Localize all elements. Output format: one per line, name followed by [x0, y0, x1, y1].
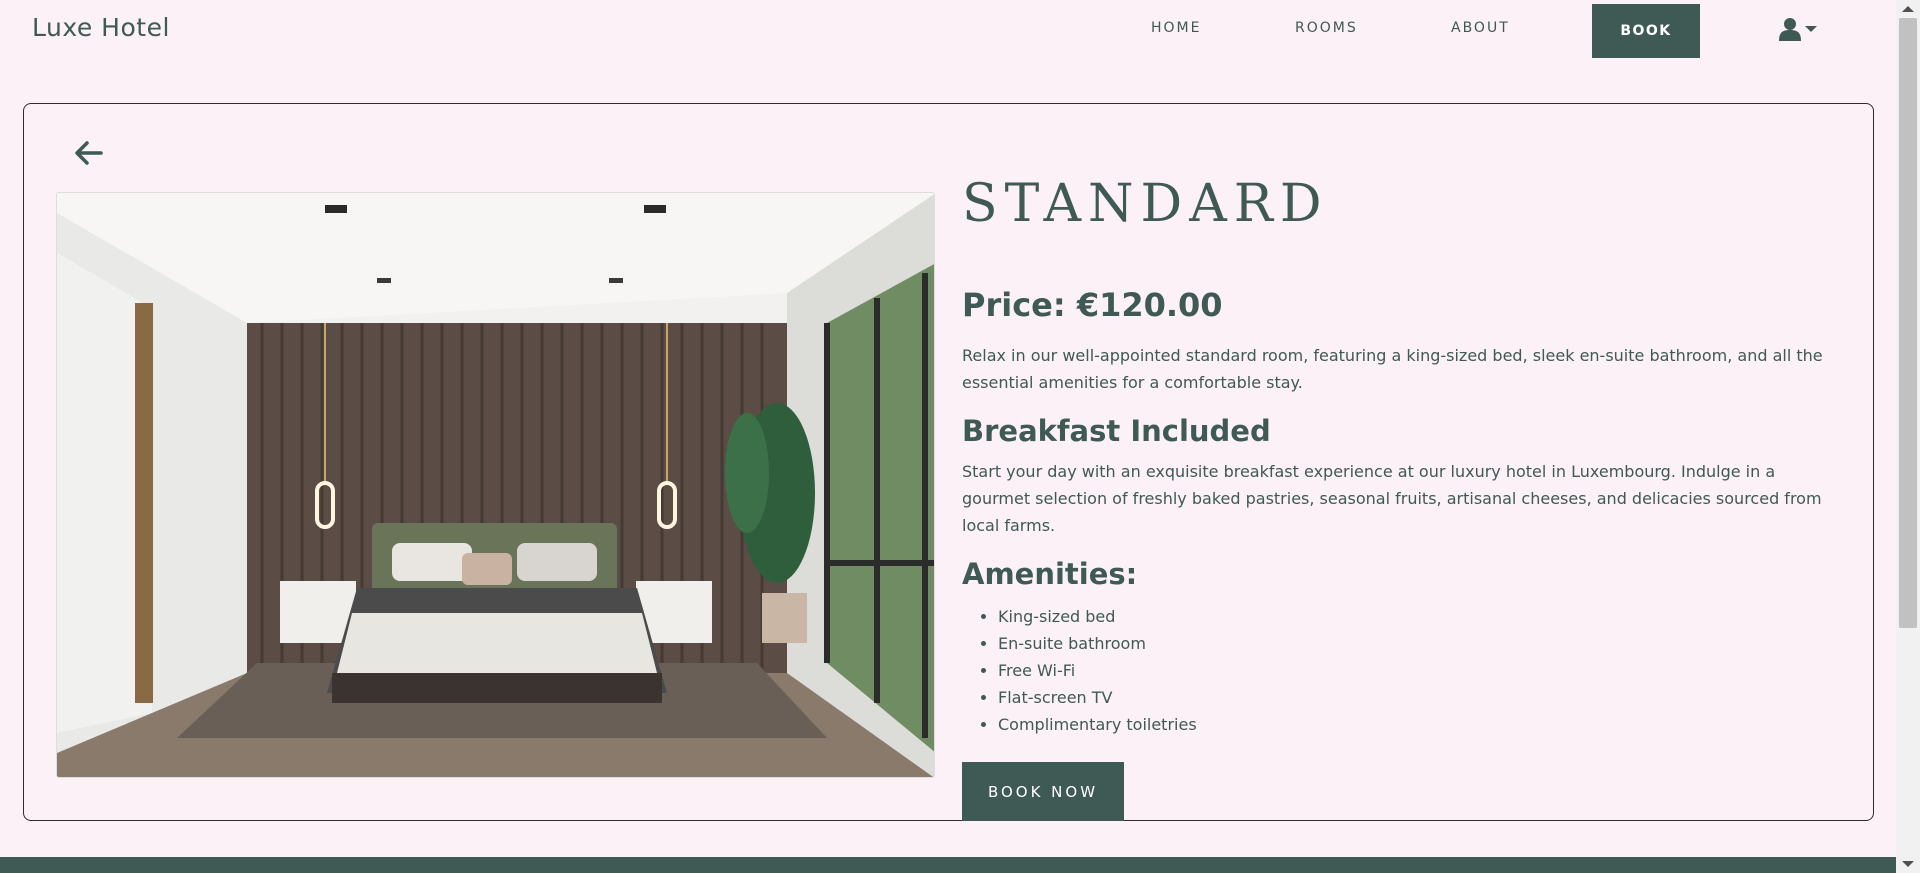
room-price: Price: €120.00 [962, 286, 1223, 324]
amenity-item: Free Wi-Fi [998, 657, 1842, 684]
amenity-item: Flat-screen TV [998, 684, 1842, 711]
amenities-list: King-sized bed En-suite bathroom Free Wi… [998, 603, 1842, 738]
nav-link-about[interactable]: ABOUT [1451, 20, 1510, 36]
room-title: STANDARD [962, 174, 1329, 234]
amenities-heading: Amenities: [962, 557, 1138, 591]
room-info: STANDARD Price: €120.00 Relax in our wel… [962, 174, 1842, 821]
page-scrollbar[interactable] [1896, 0, 1920, 873]
footer-band [0, 857, 1896, 873]
room-description: Relax in our well-appointed standard roo… [962, 346, 1823, 392]
brand-logo[interactable]: Luxe Hotel [32, 13, 170, 42]
navbar: Luxe Hotel HOME ROOMS ABOUT BOOK [0, 0, 1896, 60]
nav-link-home[interactable]: HOME [1151, 20, 1201, 36]
scroll-up-arrow-icon[interactable] [1902, 6, 1914, 12]
amenity-item: King-sized bed [998, 603, 1842, 630]
breakfast-heading: Breakfast Included [962, 414, 1271, 448]
nav-book-button[interactable]: BOOK [1592, 4, 1700, 58]
caret-down-icon [1805, 25, 1817, 33]
bedroom-photo [56, 192, 935, 778]
nav-link-rooms[interactable]: ROOMS [1295, 20, 1358, 36]
book-now-button[interactable]: BOOK NOW [962, 762, 1124, 821]
user-icon [1779, 17, 1801, 41]
amenity-item: En-suite bathroom [998, 630, 1842, 657]
scroll-thumb[interactable] [1899, 18, 1917, 628]
back-button[interactable] [72, 138, 106, 172]
room-detail-card: STANDARD Price: €120.00 Relax in our wel… [23, 103, 1874, 821]
breakfast-description: Start your day with an exquisite breakfa… [962, 462, 1822, 535]
arrow-left-icon [75, 141, 103, 169]
amenity-item: Complimentary toiletries [998, 711, 1842, 738]
user-menu-dropdown[interactable] [1779, 16, 1821, 42]
scroll-down-arrow-icon[interactable] [1902, 861, 1914, 867]
